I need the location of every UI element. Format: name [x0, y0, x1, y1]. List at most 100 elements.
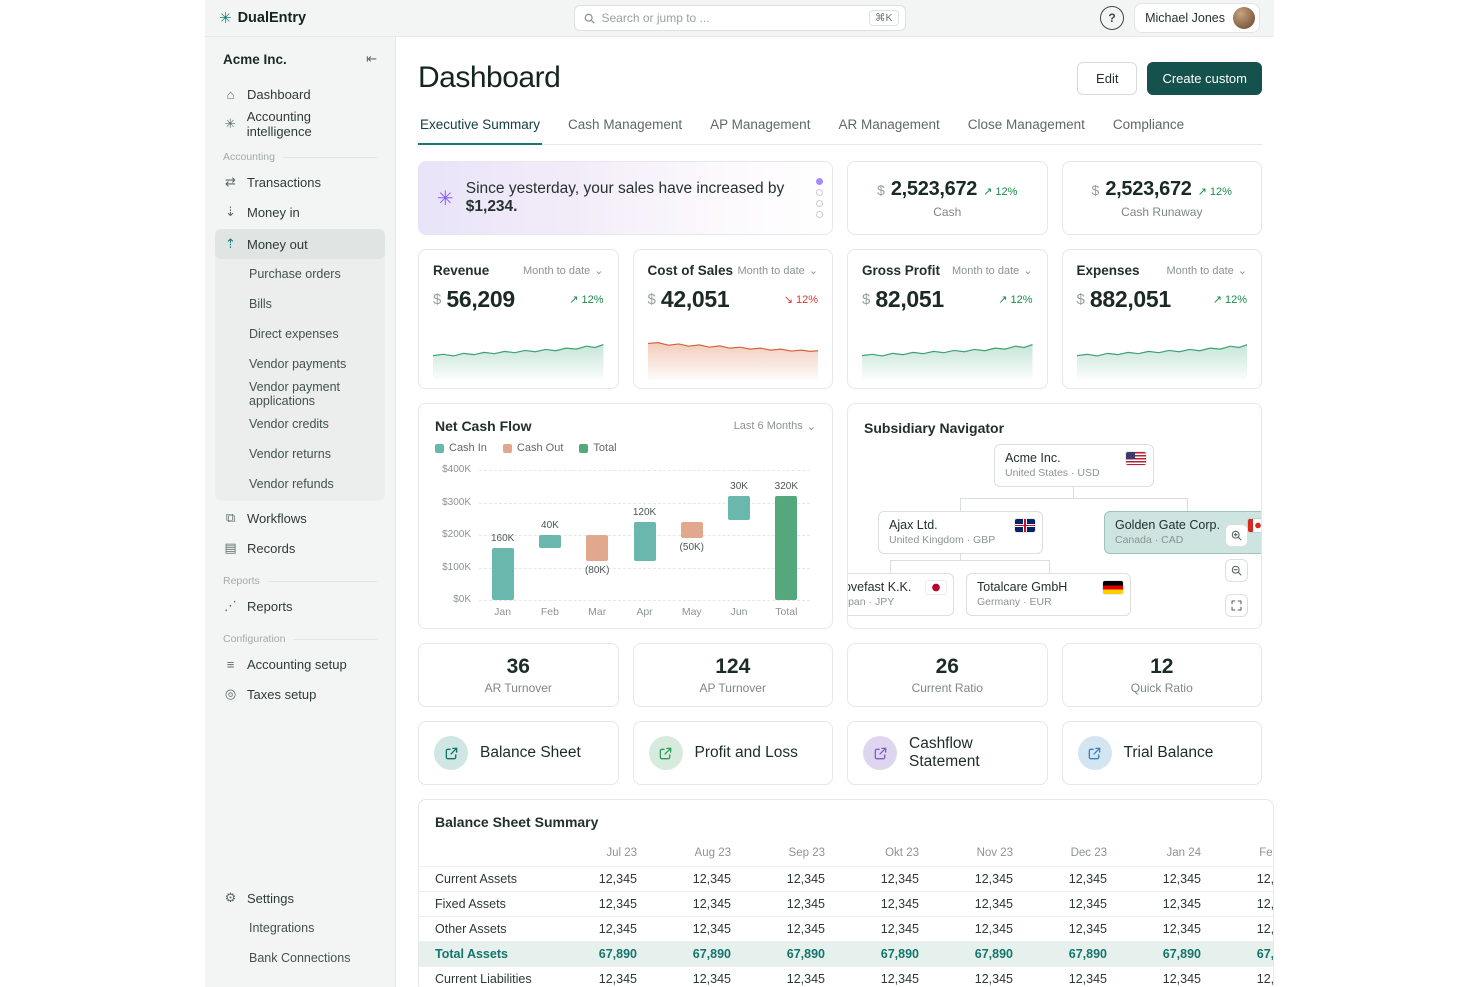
user-menu[interactable]: Michael Jones [1134, 3, 1260, 33]
cell: 12,345 [757, 917, 851, 942]
gross-profit-sparkline-chart [862, 328, 1033, 380]
profit-and-loss-link[interactable]: Profit and Loss [633, 721, 834, 785]
app-logo[interactable]: ✳ DualEntry [219, 9, 306, 27]
help-button[interactable]: ? [1100, 6, 1124, 30]
cell: 12,345 [569, 917, 663, 942]
org-connector [1049, 560, 1050, 573]
cell: 12,345 [1227, 867, 1274, 892]
expenses-sparkline-chart [1077, 328, 1248, 380]
section-label-reports: Reports [223, 575, 377, 587]
create-custom-button[interactable]: Create custom [1147, 62, 1262, 95]
sidebar-item-vendor-payment-applications[interactable]: Vendor payment applications [215, 379, 385, 409]
sidebar-collapse-button[interactable]: ⇤ [366, 51, 377, 67]
node-detail: Germany · EUR [977, 596, 1100, 608]
subsidiary-node-ajax[interactable]: Ajax Ltd. United Kingdom · GBP [878, 511, 1043, 554]
sidebar-item-settings[interactable]: ⚙ Settings [215, 883, 385, 913]
sidebar-item-transactions[interactable]: ⇄ Transactions [215, 167, 385, 197]
tab-ap-management[interactable]: AP Management [708, 107, 812, 145]
search-input[interactable] [602, 11, 863, 25]
edit-button[interactable]: Edit [1077, 62, 1137, 95]
trend-badge: ↗ 12% [998, 293, 1032, 306]
trend-value: 12% [995, 186, 1017, 198]
sidebar-item-direct-expenses[interactable]: Direct expenses [215, 319, 385, 349]
trend-up-icon: ↗ [569, 294, 578, 306]
tab-compliance[interactable]: Compliance [1111, 107, 1186, 145]
sidebar-item-taxes-setup[interactable]: ◎ Taxes setup [215, 679, 385, 709]
cash-value: 2,523,672 [891, 178, 977, 201]
sidebar-item-label: Workflows [247, 511, 307, 526]
cash-runaway-card: $ 2,523,672 ↗ 12% Cash Runaway [1062, 161, 1263, 235]
tab-ar-management[interactable]: AR Management [836, 107, 941, 145]
period-label: Last 6 Months [734, 420, 803, 432]
cashflow-bar-feb [539, 535, 561, 548]
cell: 12,345 [1039, 967, 1133, 987]
subsidiary-node-acme[interactable]: Acme Inc. United States · USD [994, 444, 1154, 487]
trend-up-icon: ↗ [1213, 294, 1222, 306]
table-row: Current Assets12,34512,34512,34512,34512… [419, 867, 1274, 892]
sidebar-item-bills[interactable]: Bills [215, 289, 385, 319]
cell: 12,345 [1133, 917, 1227, 942]
cell: 67,890 [569, 942, 663, 967]
sidebar-item-vendor-returns[interactable]: Vendor returns [215, 439, 385, 469]
sidebar-item-accounting-intelligence[interactable]: ✳ Accounting intelligence [215, 109, 385, 139]
column-header [419, 842, 569, 867]
period-selector[interactable]: Month to date⌄ [738, 264, 819, 277]
records-icon: ▤ [223, 540, 238, 556]
cell: 12,345 [945, 967, 1039, 987]
carousel-dot[interactable] [816, 178, 823, 185]
subsidiary-node-lovefast[interactable]: Lovefast K.K. Japan · JPY [847, 573, 954, 616]
period-selector[interactable]: Month to date⌄ [952, 264, 1033, 277]
sidebar-item-vendor-payments[interactable]: Vendor payments [215, 349, 385, 379]
legend-label: Cash Out [517, 442, 563, 454]
carousel-dot[interactable] [816, 189, 823, 196]
node-name: Lovefast K.K. [847, 580, 923, 594]
carousel-dot[interactable] [816, 200, 823, 207]
collapse-icon: ⇤ [366, 51, 377, 66]
period-selector[interactable]: Month to date⌄ [1167, 264, 1248, 277]
insight-banner: ✳ Since yesterday, your sales have incre… [418, 161, 833, 235]
gross-profit-card: Gross Profit Month to date⌄ $ 82,051 ↗ 1… [847, 249, 1048, 389]
tab-close-management[interactable]: Close Management [966, 107, 1087, 145]
fullscreen-button[interactable] [1225, 594, 1248, 617]
trend-up-icon: ↗ [998, 294, 1007, 306]
sidebar-item-accounting-setup[interactable]: ≡ Accounting setup [215, 649, 385, 679]
period-label: Month to date [1167, 265, 1234, 277]
zoom-in-icon [1230, 529, 1243, 542]
period-selector[interactable]: Month to date⌄ [523, 264, 604, 277]
sidebar-item-vendor-refunds[interactable]: Vendor refunds [215, 469, 385, 499]
global-search[interactable]: ⌘K [574, 5, 906, 31]
zoom-in-button[interactable] [1225, 524, 1248, 547]
sidebar-item-money-in[interactable]: ⇣ Money in [215, 197, 385, 227]
currency-symbol: $ [877, 182, 885, 198]
card-label: Cash [933, 205, 961, 219]
trial-balance-link[interactable]: Trial Balance [1062, 721, 1263, 785]
sidebar-item-integrations[interactable]: Integrations [215, 913, 385, 943]
sidebar-item-workflows[interactable]: ⧉ Workflows [215, 503, 385, 533]
sidebar-item-dashboard[interactable]: ⌂ Dashboard [215, 79, 385, 109]
balance-sheet-link[interactable]: Balance Sheet [418, 721, 619, 785]
x-axis-label: Jun [715, 606, 762, 618]
sidebar-item-reports[interactable]: ⋰ Reports [215, 591, 385, 621]
sidebar-item-money-out[interactable]: ⇡ Money out [215, 229, 385, 259]
org-header: Acme Inc. ⇤ [215, 51, 385, 79]
table-header-row: Jul 23Aug 23Sep 23Okt 23Nov 23Dec 23Jan … [419, 842, 1274, 867]
carousel-dot[interactable] [816, 211, 823, 218]
sidebar-item-vendor-credits[interactable]: Vendor credits [215, 409, 385, 439]
tab-cash-management[interactable]: Cash Management [566, 107, 684, 145]
sidebar-item-purchase-orders[interactable]: Purchase orders [215, 259, 385, 289]
zoom-out-button[interactable] [1225, 559, 1248, 582]
money-out-group: ⇡ Money out Purchase orders Bills Direct… [215, 229, 385, 501]
card-label: Cash Runaway [1121, 205, 1202, 219]
sidebar-item-records[interactable]: ▤ Records [215, 533, 385, 563]
page-title: Dashboard [418, 61, 560, 95]
subsidiary-node-totalcare[interactable]: Totalcare GmbH Germany · EUR [966, 573, 1131, 616]
sidebar-item-bank-connections[interactable]: Bank Connections [215, 943, 385, 973]
germany-flag-icon [1103, 581, 1123, 594]
sidebar-item-label: Accounting setup [247, 657, 347, 672]
period-selector[interactable]: Last 6 Months⌄ [734, 420, 816, 433]
x-axis-label: Mar [574, 606, 621, 618]
topbar-right: ? Michael Jones [1100, 3, 1260, 33]
tab-executive-summary[interactable]: Executive Summary [418, 107, 542, 145]
org-name[interactable]: Acme Inc. [223, 52, 287, 67]
cashflow-statement-link[interactable]: Cashflow Statement [847, 721, 1048, 785]
